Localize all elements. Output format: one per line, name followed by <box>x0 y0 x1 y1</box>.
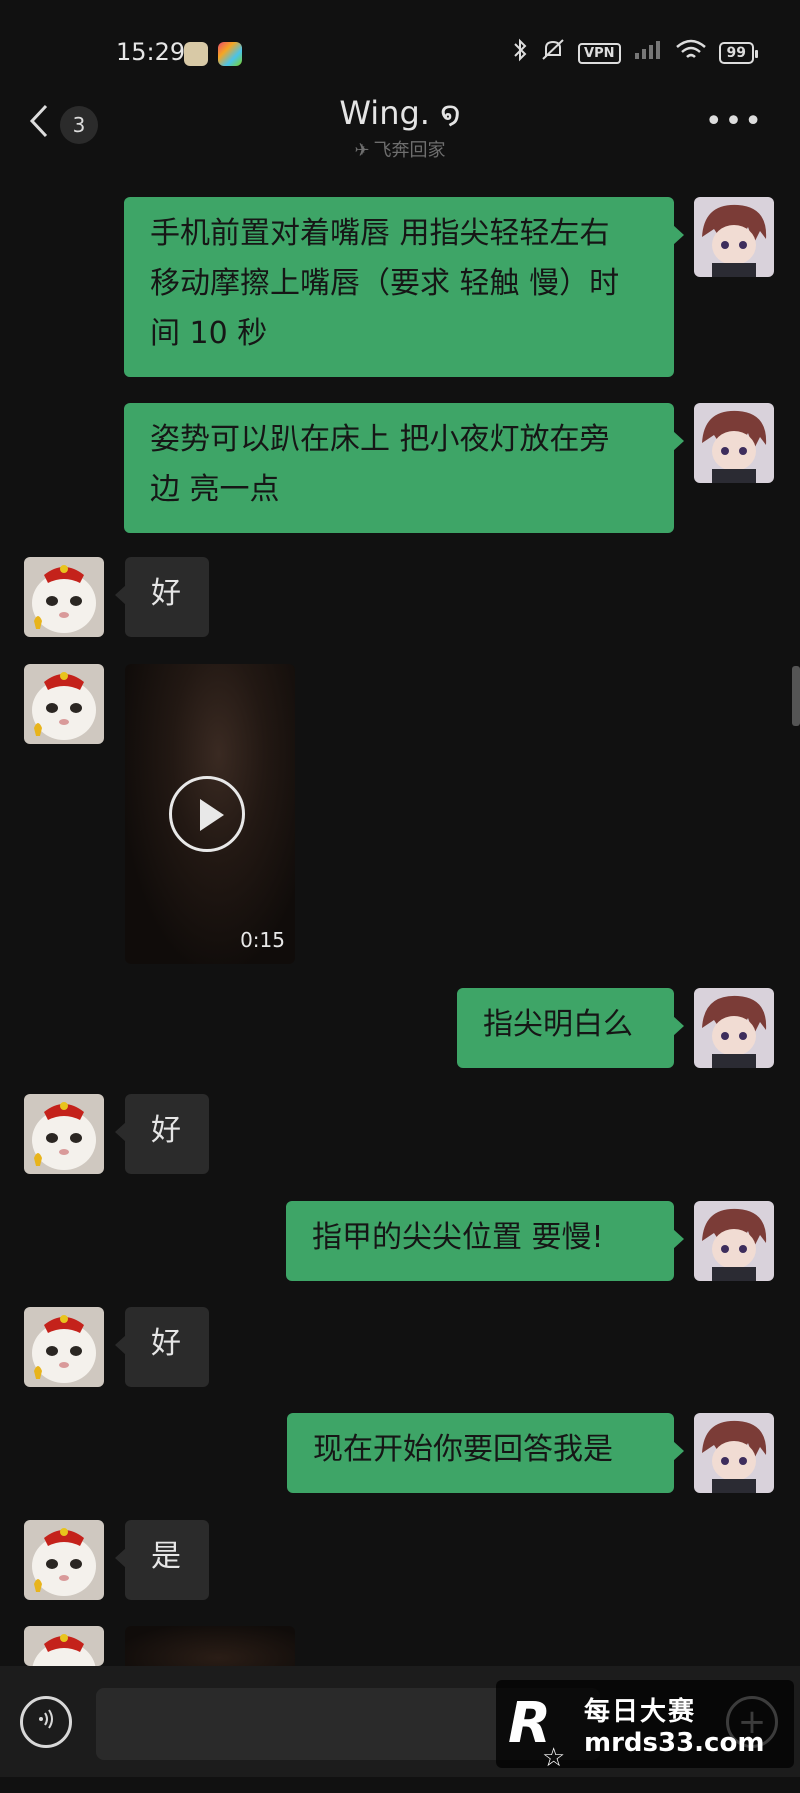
message-bubble-received[interactable]: 是 <box>115 1520 209 1600</box>
message-bubble-sent[interactable]: 现在开始你要回答我是 <box>287 1413 684 1493</box>
chat-subtitle: ✈ 飞奔回家 <box>0 136 800 162</box>
video-message-partial[interactable] <box>125 1626 295 1666</box>
voice-button[interactable] <box>20 1696 72 1748</box>
status-icons: VPN 99 <box>512 38 759 68</box>
message-bubble-sent[interactable]: 指尖明白么 <box>457 988 684 1068</box>
watermark-url: mrds33.com <box>584 1727 765 1758</box>
message-bubble-received[interactable]: 好 <box>115 557 209 637</box>
avatar-contact[interactable] <box>24 664 104 744</box>
wifi-icon <box>675 38 707 68</box>
avatar-contact[interactable] <box>24 1094 104 1174</box>
avatar-self[interactable] <box>694 403 774 483</box>
avatar-self[interactable] <box>694 1201 774 1281</box>
avatar-contact[interactable] <box>24 1626 104 1666</box>
vpn-icon: VPN <box>578 42 621 64</box>
watermark: R ☆ 每日大赛 mrds33.com <box>496 1680 794 1773</box>
video-message[interactable]: 0:15 <box>125 664 295 964</box>
message-bubble-received[interactable]: 好 <box>115 1307 209 1387</box>
star-icon: ☆ <box>542 1743 566 1773</box>
watermark-text: 每日大赛 mrds33.com <box>584 1691 764 1758</box>
notification-app-icon <box>184 42 208 66</box>
notification-app-icon <box>218 42 242 66</box>
message-bubble-received[interactable]: 好 <box>115 1094 209 1174</box>
play-icon[interactable] <box>169 776 245 852</box>
signal-icon <box>633 39 663 67</box>
more-options-button[interactable]: ••• <box>705 104 764 139</box>
message-bubble-sent[interactable]: 指甲的尖尖位置 要慢! <box>286 1201 684 1281</box>
message-bubble-sent[interactable]: 姿势可以趴在床上 把小夜灯放在旁 边 亮一点 <box>124 403 684 533</box>
mute-icon <box>540 38 566 68</box>
more-dots-icon: ••• <box>704 104 764 139</box>
plane-icon: ✈ <box>354 140 370 161</box>
status-time: 15:29 <box>116 38 186 66</box>
chat-header: 3 Wing. ໑ ✈ 飞奔回家 ••• <box>0 90 800 170</box>
watermark-logo: R ☆ <box>508 1689 578 1773</box>
chat-subtitle-text: 飞奔回家 <box>373 140 446 161</box>
bluetooth-icon <box>512 38 528 68</box>
avatar-contact[interactable] <box>24 557 104 637</box>
voice-icon <box>35 1708 57 1736</box>
video-duration: 0:15 <box>240 928 285 952</box>
chat-title[interactable]: Wing. ໑ <box>0 94 800 132</box>
avatar-contact[interactable] <box>24 1307 104 1387</box>
message-bubble-sent[interactable]: 手机前置对着嘴唇 用指尖轻轻左右 移动摩擦上嘴唇（要求 轻触 慢）时 间 10 … <box>124 197 684 377</box>
watermark-name: 每日大赛 <box>584 1696 697 1727</box>
avatar-self[interactable] <box>694 988 774 1068</box>
battery-icon: 99 <box>718 42 759 64</box>
avatar-contact[interactable] <box>24 1520 104 1600</box>
scrollbar-thumb[interactable] <box>792 666 800 726</box>
status-bar: 15:29 VPN 99 <box>0 0 800 90</box>
avatar-self[interactable] <box>694 1413 774 1493</box>
avatar-self[interactable] <box>694 197 774 277</box>
